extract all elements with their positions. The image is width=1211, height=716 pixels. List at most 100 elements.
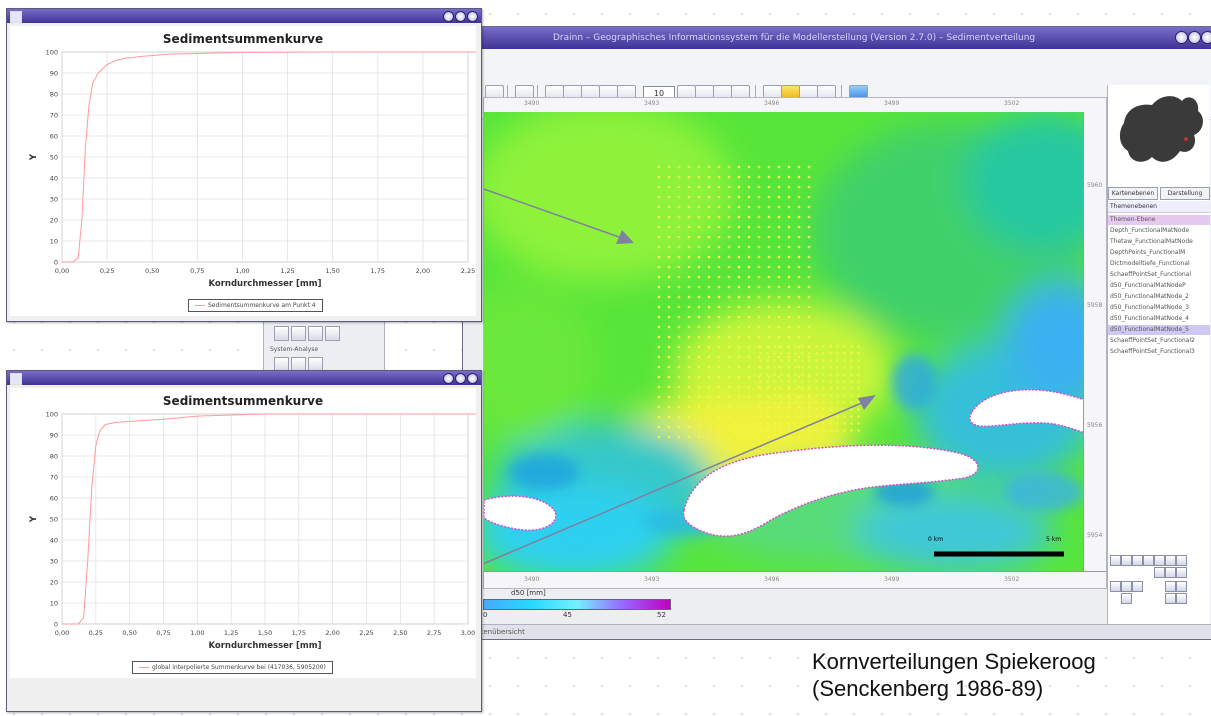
x-tick-label: 1,00 [190,629,204,637]
ruler-tick-label: 3493 [644,100,660,107]
slide-caption: Kornverteilungen Spiekeroog (Senckenberg… [812,648,1096,702]
layer-item[interactable]: SchaeffPointSet_Functional2 [1108,336,1210,346]
paste-button[interactable] [1165,593,1176,604]
ruler-tick-label: 3496 [764,576,780,583]
caption-line-1: Kornverteilungen Spiekeroog [812,649,1096,674]
layer-item[interactable]: Themen-Ebene [1108,215,1210,225]
analysis-tool-button[interactable] [274,326,289,341]
snap-tool-button[interactable] [1132,581,1143,592]
tab-darstellung[interactable]: Darstellung [1160,187,1210,200]
copy-button[interactable] [1121,593,1132,604]
x-tick-label: 1,50 [258,629,272,637]
maximize-icon[interactable] [1188,31,1201,44]
scale-bar-left-label: 0 km [928,536,944,543]
y-tick-label: 90 [50,432,58,440]
chart-window-titlebar[interactable] [7,371,481,385]
x-tick-label: 3,00 [461,629,475,637]
edit-tool-button[interactable] [1143,555,1154,566]
minimize-icon[interactable] [1175,31,1188,44]
ruler-tick-label: 3502 [1004,576,1020,583]
ruler-tick-label: 3499 [884,100,900,107]
minimize-icon[interactable] [443,373,454,384]
legend-label: d50 [mm] [511,589,546,597]
close-icon[interactable] [1201,31,1211,44]
layer-item[interactable]: d50_FunctionalMatNode_4 [1108,314,1210,324]
sample-point-grid-dense [754,342,864,432]
arrow-left-button[interactable] [1165,555,1176,566]
ruler-tick-label: 5956 [1087,422,1103,429]
layer-item[interactable]: Dictmodelltiefe_Functional [1108,259,1210,269]
x-axis-label: Korndurchmesser [mm] [208,641,321,651]
arrow-right-button[interactable] [1176,555,1187,566]
layer-settings-button[interactable] [1176,567,1187,578]
right-panel: Kartenebenen Darstellung Themenebenen Th… [1107,85,1210,625]
ruler-tick-label: 5960 [1087,182,1103,189]
y-tick-label: 50 [50,516,58,524]
chart-plot-1: 0,00 0,25 0,50 0,75 1,00 1,25 1,50 1,75 2,00 2,25… [29,49,476,289]
ruler-tick-label: 5958 [1087,302,1103,309]
x-tick-label: 0,50 [122,629,136,637]
analysis-tool-button[interactable] [291,326,306,341]
maximize-icon[interactable] [455,11,466,22]
scale-bar-right-label: 5 km [1046,536,1062,543]
ruler-tick-label: 3496 [764,100,780,107]
y-tick-label: 40 [50,537,58,545]
maximize-icon[interactable] [455,373,466,384]
layer-item[interactable]: d50_FunctionalMatNode_5 [1108,325,1210,335]
y-tick-label: 20 [50,217,58,225]
x-tick-label: 2,25 [461,267,475,275]
chart-window-2: Sedimentsummenkurve 0,00 0,25 0,50 0,75 1,00… [6,370,482,712]
layer-item[interactable]: SchaeffPointSet_Functional [1108,270,1210,280]
x-tick-label: 2,00 [325,629,339,637]
x-tick-label: 1,00 [235,267,249,275]
panel-toolbox [1110,555,1206,621]
chart-panel: Sedimentsummenkurve 0,00 0,25 0,50 0,75 1,00… [10,388,476,678]
ruler-tick-label: 3499 [884,576,900,583]
legend-max: 52 [657,611,666,619]
layer-item[interactable]: Thetaw_FunctionalMatNode [1108,237,1210,247]
gis-window-titlebar[interactable]: Drainn – Geographisches Informationssyst… [463,27,1211,49]
layer-item[interactable]: d50_FunctionalMatNode_3 [1108,303,1210,313]
properties-button[interactable] [1165,581,1176,592]
window-app-icon [10,11,22,23]
info-button[interactable] [1176,581,1187,592]
map-viewport[interactable]: 3490 3493 3496 3499 3502 0 km 5 km 5960 … [483,97,1107,589]
minimize-icon[interactable] [443,11,454,22]
side-panel-label: System-Analyse [270,346,319,353]
node-tool-button[interactable] [1121,581,1132,592]
draw-line-button[interactable] [1110,555,1121,566]
settings-button[interactable] [1176,593,1187,604]
tab-kartenebenen[interactable]: Kartenebenen [1108,187,1158,200]
layer-item[interactable]: d50_FunctionalMatNode_2 [1108,292,1210,302]
y-tick-label: 100 [46,49,58,57]
caption-line-2: (Senckenberg 1986-89) [812,676,1044,701]
chart-window-titlebar[interactable] [7,9,481,23]
grid-tool-button[interactable] [1110,581,1121,592]
analysis-tool-button[interactable] [325,326,340,341]
draw-polygon-button[interactable] [1121,555,1132,566]
close-icon[interactable] [467,11,478,22]
y-tick-label: 100 [46,411,58,419]
draw-point-button[interactable] [1132,555,1143,566]
ruler-tick-label: 5954 [1087,532,1103,539]
y-tick-label: 70 [50,112,58,120]
layer-item[interactable]: DepthPoints_FunctionalM [1108,248,1210,258]
layer-item[interactable]: SchaeffPointSet_Functional3 [1108,347,1210,357]
move-down-button[interactable] [1165,567,1176,578]
y-axis-label: Y [29,515,39,523]
layer-item[interactable]: Depth_FunctionalMatNode [1108,226,1210,236]
close-icon[interactable] [467,373,478,384]
delete-tool-button[interactable] [1154,555,1165,566]
analysis-tool-button[interactable] [308,326,323,341]
x-tick-label: 0,25 [100,267,114,275]
ruler-tick-label: 3493 [644,576,660,583]
y-tick-label: 30 [50,196,58,204]
sediment-map[interactable]: 0 km 5 km [484,112,1084,572]
y-tick-label: 50 [50,154,58,162]
move-up-button[interactable] [1154,567,1165,578]
gis-window-title: Drainn – Geographisches Informationssyst… [553,33,1036,43]
y-tick-label: 20 [50,579,58,587]
overview-map[interactable] [1108,85,1210,185]
chart-window-1: Sedimentsummenkurve 0,00 0,25 0,50 0,75 1,00… [6,8,482,322]
layer-item[interactable]: d50_FunctionalMatNodeP [1108,281,1210,291]
